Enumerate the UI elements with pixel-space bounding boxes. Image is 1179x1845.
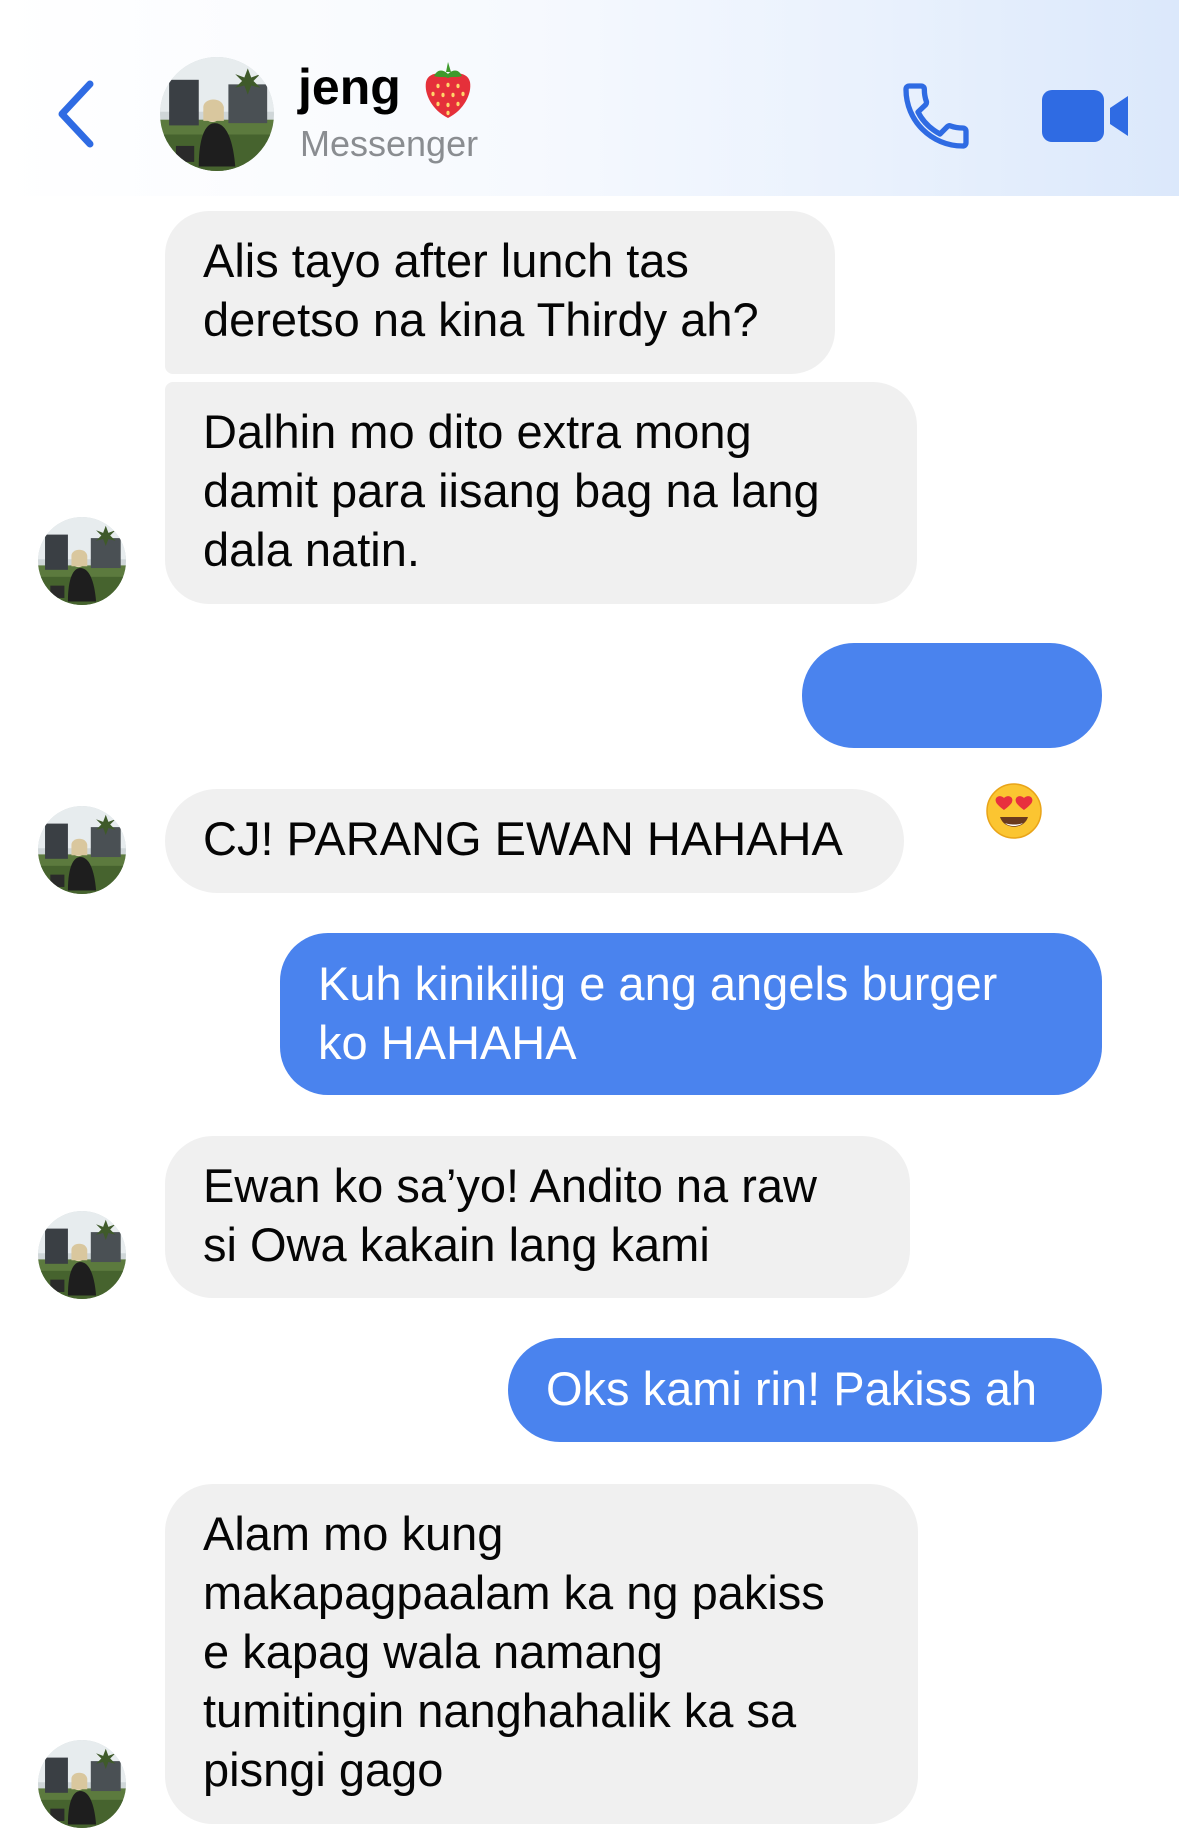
contact-subtitle: Messenger xyxy=(300,123,479,164)
call-button[interactable] xyxy=(896,76,976,156)
chevron-left-icon xyxy=(58,80,94,148)
outgoing-message[interactable]: Sweet xyxy=(802,643,1102,884)
incoming-message[interactable]: CJ! PARANG EWAN HAHAHA xyxy=(165,789,904,893)
heart-eyes-emoji xyxy=(985,723,1043,839)
chat-header: jeng Messenger xyxy=(0,0,1179,196)
incoming-message[interactable]: Dalhin mo dito extra mong damit para iis… xyxy=(165,382,917,604)
back-button[interactable] xyxy=(52,78,102,150)
avatar-image xyxy=(38,517,126,605)
sender-avatar[interactable] xyxy=(38,806,126,894)
sender-avatar[interactable] xyxy=(38,517,126,605)
strawberry-emoji xyxy=(420,58,476,122)
outgoing-message[interactable]: Kuh kinikilig e ang angels burger ko HAH… xyxy=(280,933,1102,1095)
sender-avatar[interactable] xyxy=(38,1211,126,1299)
contact-avatar[interactable] xyxy=(160,57,274,171)
avatar-image xyxy=(38,806,126,894)
avatar-image xyxy=(38,1211,126,1299)
contact-name[interactable]: jeng xyxy=(298,56,401,118)
outgoing-message[interactable]: Oks kami rin! Pakiss ah xyxy=(508,1338,1102,1442)
phone-icon xyxy=(903,83,969,149)
incoming-message[interactable]: Alam mo kung makapagpaalam ka ng pakiss … xyxy=(165,1484,918,1824)
avatar-image xyxy=(38,1740,126,1828)
incoming-message[interactable]: Alis tayo after lunch tas deretso na kin… xyxy=(165,211,835,374)
avatar-image xyxy=(160,57,274,171)
sender-avatar[interactable] xyxy=(38,1740,126,1828)
video-call-button[interactable] xyxy=(1040,84,1132,148)
video-camera-icon xyxy=(1042,90,1128,142)
incoming-message[interactable]: Ewan ko sa’yo! Andito na raw si Owa kaka… xyxy=(165,1136,910,1298)
